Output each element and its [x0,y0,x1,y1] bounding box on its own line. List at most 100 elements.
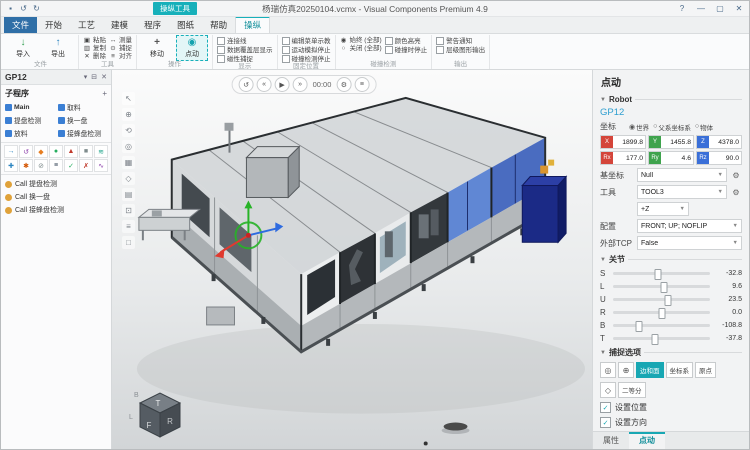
align-axis-select[interactable]: +Z▼ [637,202,689,216]
slider-thumb[interactable] [636,321,643,332]
playbar-settings-button[interactable]: ≡ [354,77,369,92]
ribbon-tab[interactable]: 建模 [103,17,136,33]
tool-button[interactable]: ≡对齐 [109,53,132,60]
routine-item[interactable]: 接蜂盘检测 [57,127,108,139]
fixed-position-option[interactable]: 碰撞检测停止 [282,55,331,63]
output-option[interactable]: 层级图形输出 [436,46,485,54]
routine-item[interactable]: Main [4,101,55,113]
cube-front-face[interactable]: F [147,421,152,430]
statement-tool-icon[interactable]: ≋ [94,145,108,158]
routine-item[interactable]: 取料 [57,101,108,113]
statement-tool-icon[interactable]: ⊘ [34,159,48,172]
snap-checkbox-row[interactable]: ✓ 设置方向 [600,417,742,428]
slider-thumb[interactable] [654,269,661,280]
statement-row[interactable]: Call 接蜂盘检测 [1,204,111,216]
statement-tool-icon[interactable]: ↺ [19,145,33,158]
routine-item[interactable]: 换一盘 [57,114,108,126]
configuration-select[interactable]: FRONT; UP; NOFLIP▼ [637,219,742,233]
statement-tool-icon[interactable]: ✱ [19,159,33,172]
tool-gear-icon[interactable]: ⚙ [730,188,742,197]
view-tool-icon[interactable]: ↖ [122,92,135,105]
statement-tool-icon[interactable]: ■ [79,145,93,158]
import-button[interactable]: ↓ 导入 [7,35,39,61]
cube-right-face[interactable]: R [167,417,173,426]
quick-access-icon[interactable]: ▪ [5,4,16,14]
window-control-button[interactable]: ? [676,4,688,13]
export-button[interactable]: ↑ 导出 [42,35,74,61]
statement-tool-icon[interactable]: ◆ [34,145,48,158]
quick-access-icon[interactable]: ↺ [18,4,29,14]
joint-slider[interactable] [613,285,710,288]
playback-button[interactable]: ↺ [239,77,254,92]
collision-detector-radio[interactable]: ○关闭 (全部) [340,45,382,52]
joint-value[interactable]: -37.8 [714,335,742,342]
snap-mode-button[interactable]: 边和面 [636,362,664,378]
snap-mode-button[interactable]: 坐标系 [666,362,694,378]
jog-button[interactable]: ◉ 点动 [176,35,208,61]
window-control-button[interactable]: ▢ [714,4,726,13]
tool-frame-select[interactable]: TOOL3▼ [637,185,727,199]
position-field[interactable]: Z 4378.0 [696,135,742,149]
robot-section-header[interactable]: ▼ Robot [600,95,742,104]
panel-pin-icon[interactable]: ⊟ [91,73,97,81]
snap-tool-icon[interactable]: ◎ [600,362,616,378]
joint-value[interactable]: 23.5 [714,296,742,303]
playback-button[interactable]: ▶ [275,77,290,92]
view-tool-icon[interactable]: ⊕ [122,108,135,121]
slider-thumb[interactable] [658,308,665,319]
window-control-button[interactable]: — [695,4,707,13]
move-button[interactable]: + 移动 [141,35,173,61]
view-tool-icon[interactable]: ◇ [122,172,135,185]
statement-row[interactable]: Call 换一盘 [1,191,111,203]
coordinate-radio[interactable]: ◉世界 [629,122,649,132]
statement-row[interactable]: Call 提盘检测 [1,178,111,190]
navigation-cube[interactable]: B L T F R [126,383,190,443]
statement-tool-icon[interactable]: ≡ [49,159,63,172]
collision-option[interactable]: 颜色高亮 [385,37,428,45]
joint-slider[interactable] [613,337,710,340]
machine-3d-model[interactable] [139,98,566,352]
routine-item[interactable]: 放料 [4,127,55,139]
joint-slider[interactable] [613,272,710,275]
position-field[interactable]: X 1899.8 [600,135,646,149]
robot-name[interactable]: GP12 [600,107,742,118]
joint-value[interactable]: 0.0 [714,309,742,316]
joint-value[interactable]: -32.8 [714,270,742,277]
cube-left-label[interactable]: L [129,414,133,421]
clipboard-button[interactable]: ▣粘贴 [83,37,106,44]
fixed-position-option[interactable]: 编辑菜单示教 [282,37,331,45]
position-field[interactable]: Y 1455.8 [648,135,694,149]
position-field[interactable]: Rx 177.0 [600,151,646,165]
statement-tool-icon[interactable]: ● [49,145,63,158]
snap-mode-button[interactable]: 原点 [695,362,716,378]
joint-value[interactable]: -108.8 [714,322,742,329]
position-field[interactable]: Rz 90.0 [696,151,742,165]
statement-tool-icon[interactable]: ∿ [94,159,108,172]
view-tool-icon[interactable]: ◎ [122,140,135,153]
window-control-button[interactable]: ✕ [733,4,745,13]
panel-dropdown-icon[interactable]: ▾ [84,73,88,81]
ribbon-tab[interactable]: 操纵 [235,16,270,33]
cube-top-face[interactable]: T [156,399,161,408]
bisect-button[interactable]: 二等分 [618,382,646,398]
clipboard-button[interactable]: ▥复制 [83,45,106,52]
floor-object[interactable] [444,423,468,431]
position-field[interactable]: Ry 4.6 [648,151,694,165]
view-tool-icon[interactable]: ▤ [122,188,135,201]
playback-button[interactable]: » [293,77,308,92]
external-tcp-select[interactable]: False▼ [637,236,742,250]
snap-bisect-icon[interactable]: ◇ [600,382,616,398]
snap-checkbox-row[interactable]: ✓ 设置位置 [600,402,742,413]
joint-value[interactable]: 9.6 [714,283,742,290]
view-tool-icon[interactable]: ⟲ [122,124,135,137]
panel-tab[interactable]: 属性 [593,432,629,449]
playback-button[interactable]: « [257,77,272,92]
base-gear-icon[interactable]: ⚙ [730,171,742,180]
joint-slider[interactable] [613,298,710,301]
coordinate-radio[interactable]: ○父系坐标系 [653,122,691,132]
fixed-position-option[interactable]: 运动模拟停止 [282,46,331,54]
display-option[interactable]: 连接线 [217,37,273,45]
joint-slider[interactable] [613,324,710,327]
statement-tool-icon[interactable]: ✚ [4,159,18,172]
joints-section-header[interactable]: ▼ 关节 [600,254,742,265]
